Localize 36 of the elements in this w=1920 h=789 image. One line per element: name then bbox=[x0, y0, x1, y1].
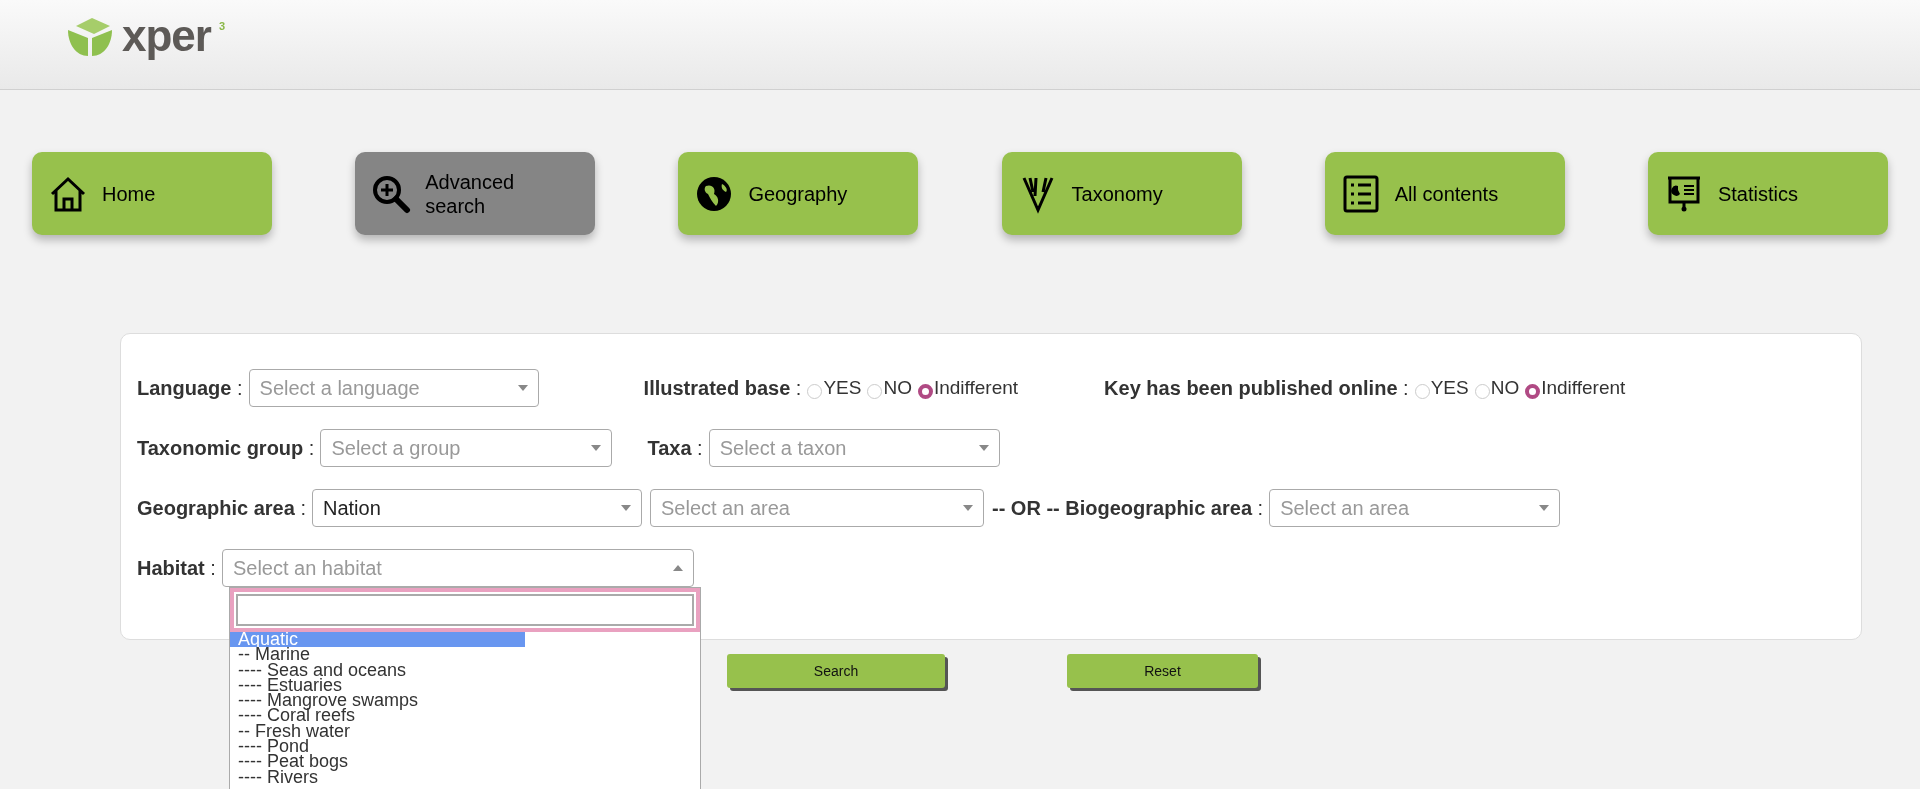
field-label: Geographic area : bbox=[137, 496, 306, 521]
radio-label: Indifferent bbox=[1541, 375, 1626, 400]
nav-button[interactable]: All contents bbox=[1324, 152, 1565, 235]
field-label: Illustrated base : bbox=[643, 376, 802, 401]
nav-button[interactable]: Advanced search bbox=[355, 152, 596, 235]
field-label: Taxa : bbox=[647, 436, 703, 461]
field-label: Language : bbox=[137, 376, 243, 401]
dropdown-option[interactable]: ---- Mangrove swamps bbox=[230, 693, 700, 709]
dropdown-option[interactable]: -- Fresh water bbox=[230, 723, 700, 740]
field-label: -- OR -- Biogeographic area : bbox=[991, 496, 1264, 521]
magnifier-plus-icon bbox=[371, 173, 412, 214]
radio-label: YES bbox=[1430, 375, 1469, 400]
dropdown-option[interactable]: ---- Pond bbox=[230, 739, 700, 755]
dropdown-option[interactable]: ---- Estuaries bbox=[230, 677, 700, 694]
field-label: Key has been published online : bbox=[1104, 376, 1409, 401]
dropdown-option[interactable]: ---- Seas and oceans bbox=[230, 662, 700, 678]
radio-label: YES bbox=[823, 375, 862, 400]
reset-button[interactable]: Reset bbox=[1067, 654, 1258, 688]
nav-button[interactable]: Geography bbox=[678, 152, 919, 235]
nav-button[interactable]: Statistics bbox=[1647, 152, 1888, 235]
nav-button[interactable]: Home bbox=[32, 152, 272, 235]
select-field[interactable]: Nation bbox=[311, 489, 642, 527]
field-label: Taxonomic group : bbox=[137, 436, 315, 461]
radio-label: NO bbox=[883, 375, 912, 400]
dropdown-option[interactable]: -- Marine bbox=[230, 647, 700, 663]
radio-label: NO bbox=[1490, 375, 1520, 400]
radio-button[interactable] bbox=[917, 383, 933, 399]
radio-label: Indifferent bbox=[933, 375, 1019, 400]
radio-button[interactable] bbox=[1525, 383, 1541, 399]
logo-superscript: 3 bbox=[218, 19, 226, 34]
search-button[interactable]: Search bbox=[727, 654, 945, 688]
logo-text: xper bbox=[122, 14, 211, 58]
dropdown-option[interactable]: ---- Peat bogs bbox=[230, 754, 700, 770]
nav-button[interactable]: Taxonomy bbox=[1001, 152, 1242, 235]
search-field[interactable] bbox=[236, 594, 694, 626]
field-label: Habitat : bbox=[137, 556, 216, 581]
